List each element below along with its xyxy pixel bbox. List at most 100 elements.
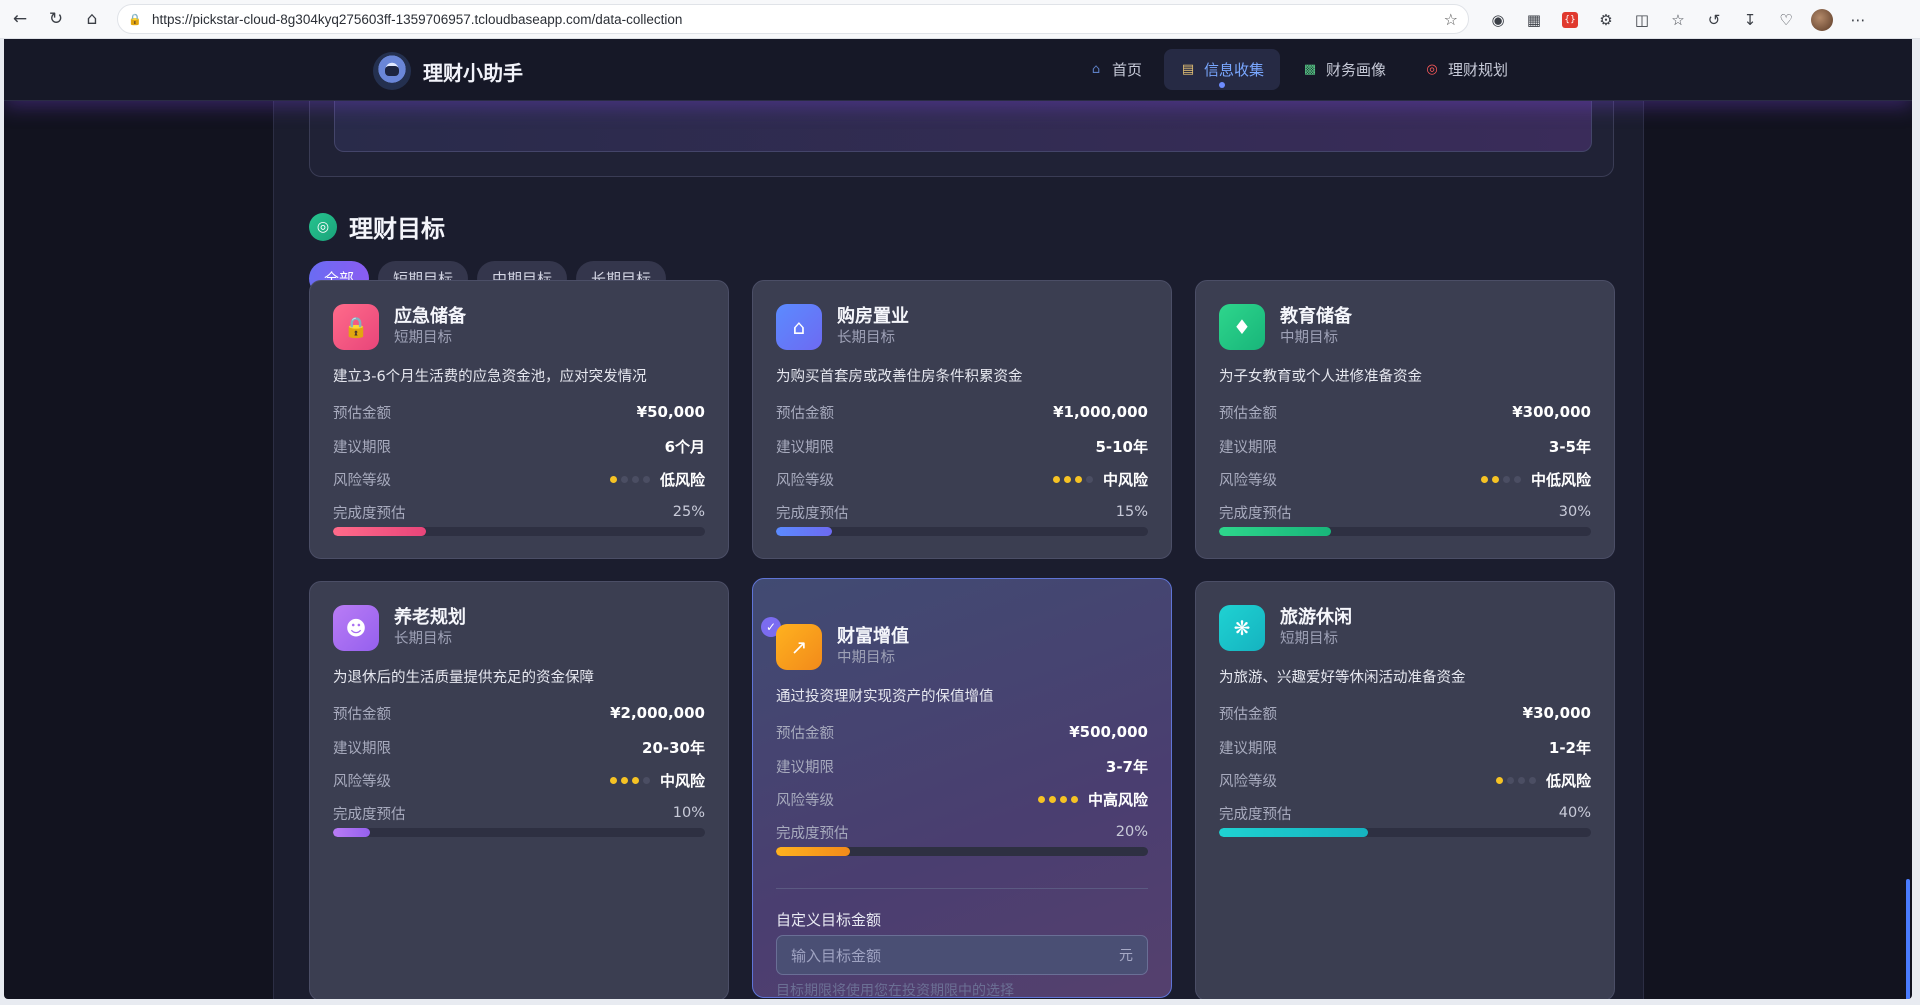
lock-icon: 🔒 <box>128 12 142 26</box>
currency-unit: 元 <box>1119 948 1133 964</box>
amount-value: ¥300,000 <box>1512 403 1591 421</box>
progress-label: 完成度预估 <box>776 505 849 522</box>
nav-item-financial-planning[interactable]: ◎ 理财规划 <box>1408 49 1524 90</box>
amount-value: ¥500,000 <box>1069 723 1148 741</box>
progress-value: 40% <box>1558 805 1591 821</box>
amount-value: ¥30,000 <box>1522 704 1591 722</box>
nav-item-label: 信息收集 <box>1204 61 1265 79</box>
goal-card[interactable]: ☻ 养老规划 长期目标 为退休后的生活质量提供充足的资金保障 预估金额 ¥2,000,00… <box>309 581 729 999</box>
goal-card[interactable]: ❋ 旅游休闲 短期目标 为旅游、兴趣爱好等休闲活动准备资金 预估金额 ¥30,000 建议期… <box>1195 581 1615 999</box>
period-value: 1-2年 <box>1548 738 1591 757</box>
progress-bar <box>1219 828 1591 837</box>
progress-fill <box>333 527 426 536</box>
period-label: 建议期限 <box>333 740 391 757</box>
goal-term: 中期目标 <box>837 650 895 666</box>
period-value: 5-10年 <box>1095 437 1148 456</box>
risk-value: 中低风险 <box>1530 470 1591 489</box>
goal-name: 旅游休闲 <box>1280 607 1352 628</box>
goal-card-header: 🔒 应急储备 短期目标 <box>333 304 466 350</box>
risk-label: 风险等级 <box>776 472 834 489</box>
goal-card[interactable]: ♦ 教育储备 中期目标 为子女教育或个人进修准备资金 预估金额 ¥300,000 建议期限 3… <box>1195 280 1615 559</box>
scrollbar[interactable] <box>1904 101 1912 999</box>
period-row: 建议期限 6个月 <box>333 436 705 456</box>
nav-item-data-collection[interactable]: ▤ 信息收集 <box>1164 49 1281 90</box>
favorites-icon[interactable]: ☆ <box>1660 6 1696 33</box>
main-nav: ⌂ 首页 ▤ 信息收集 ▩ 财务画像 ◎ 理财规划 <box>1072 49 1524 90</box>
goal-card[interactable]: ✓ ↗ 财富增值 中期目标 通过投资理财实现资产的保值增值 预估金额 ¥500,000 建议期… <box>752 578 1172 999</box>
risk-value: 中风险 <box>1102 470 1148 489</box>
person-icon: ☻ <box>333 605 379 651</box>
goal-card[interactable]: ⌂ 购房置业 长期目标 为购买首套房或改善住房条件积累资金 预估金额 ¥1,000,000… <box>752 280 1172 559</box>
address-bar[interactable]: 🔒 https://pickstar-cloud-8g304kyq275603f… <box>117 4 1469 34</box>
period-value: 20-30年 <box>642 738 705 757</box>
custom-amount-input[interactable]: 输入目标金额 元 <box>776 935 1148 975</box>
risk-dot <box>1052 475 1060 483</box>
extension-icon[interactable]: ◉ <box>1480 6 1516 33</box>
nav-item-label: 首页 <box>1112 61 1143 79</box>
amount-row: 预估金额 ¥50,000 <box>333 402 705 422</box>
goal-description: 为子女教育或个人进修准备资金 <box>1219 369 1422 385</box>
risk-indicator: 中风险 <box>1052 469 1148 490</box>
goal-description: 为退休后的生活质量提供充足的资金保障 <box>333 670 594 686</box>
more-icon[interactable]: ⋯ <box>1840 6 1876 33</box>
amount-label: 预估金额 <box>333 405 391 422</box>
goal-card[interactable]: 🔒 应急储备 短期目标 建立3-6个月生活费的应急资金池，应对突发情况 预估金额 ¥50,… <box>309 280 729 559</box>
risk-dot <box>1048 795 1056 803</box>
risk-label: 风险等级 <box>333 773 391 790</box>
amount-value: ¥1,000,000 <box>1053 403 1148 421</box>
risk-dot <box>1085 475 1093 483</box>
period-label: 建议期限 <box>333 439 391 456</box>
goal-name: 应急储备 <box>394 306 466 327</box>
back-icon[interactable]: ← <box>2 4 38 34</box>
progress-value: 10% <box>672 805 705 821</box>
risk-indicator: 中风险 <box>609 770 705 791</box>
custom-amount-hint: 目标期限将使用您在投资期限中的选择 <box>776 983 1014 999</box>
amount-row: 预估金额 ¥300,000 <box>1219 402 1591 422</box>
bar-chart-icon: ▩ <box>1303 62 1317 77</box>
progress-row: 完成度预估 10% <box>333 803 705 823</box>
goal-description: 为购买首套房或改善住房条件积累资金 <box>776 369 1023 385</box>
goal-description: 通过投资理财实现资产的保值增值 <box>776 689 994 705</box>
heart-pulse-icon[interactable]: ♡ <box>1768 6 1804 33</box>
puzzle-icon[interactable]: ⚙ <box>1588 6 1624 33</box>
risk-row: 风险等级 中低风险 <box>1219 469 1591 489</box>
goal-name: 购房置业 <box>837 306 909 327</box>
scrollbar-thumb[interactable] <box>1906 879 1910 999</box>
brand[interactable]: 理财小助手 <box>373 52 523 90</box>
risk-dot <box>1063 475 1071 483</box>
custom-amount-label: 自定义目标金额 <box>776 911 882 929</box>
amount-label: 预估金额 <box>776 405 834 422</box>
extension-icon[interactable]: {} <box>1562 11 1578 28</box>
home-icon[interactable]: ⌂ <box>74 4 110 34</box>
progress-fill <box>776 847 851 856</box>
progress-row: 完成度预估 30% <box>1219 502 1591 522</box>
period-row: 建议期限 20-30年 <box>333 737 705 757</box>
extensions-bar: ◉ ▦ {} ⚙ ◫ ☆ ↺ ↧ ♡ ⋯ <box>1480 6 1876 33</box>
risk-dot <box>631 776 639 784</box>
progress-fill <box>776 527 832 536</box>
palm-tree-icon: ❋ <box>1219 605 1265 651</box>
extension-icon[interactable]: ▦ <box>1516 6 1552 33</box>
risk-dot <box>1517 776 1525 784</box>
star-icon[interactable]: ☆ <box>1444 10 1458 29</box>
avatar[interactable] <box>1811 8 1833 31</box>
risk-dot <box>1070 795 1078 803</box>
risk-row: 风险等级 中风险 <box>776 469 1148 489</box>
amount-row: 预估金额 ¥1,000,000 <box>776 402 1148 422</box>
progress-row: 完成度预估 15% <box>776 502 1148 522</box>
nav-item-home[interactable]: ⌂ 首页 <box>1072 49 1158 90</box>
split-screen-icon[interactable]: ◫ <box>1624 6 1660 33</box>
section-title: 理财目标 <box>349 215 445 243</box>
progress-bar <box>1219 527 1591 536</box>
progress-value: 15% <box>1115 504 1148 520</box>
goal-name: 养老规划 <box>394 607 466 628</box>
download-icon[interactable]: ↧ <box>1732 6 1768 33</box>
nav-item-financial-profile[interactable]: ▩ 财务画像 <box>1286 49 1402 90</box>
reload-icon[interactable]: ↻ <box>38 4 74 34</box>
goal-name: 财富增值 <box>837 626 909 647</box>
trending-up-icon: ↗ <box>776 624 822 670</box>
risk-dot <box>620 776 628 784</box>
history-icon[interactable]: ↺ <box>1696 6 1732 33</box>
goal-term: 长期目标 <box>837 330 895 346</box>
goal-term: 短期目标 <box>1280 631 1338 647</box>
